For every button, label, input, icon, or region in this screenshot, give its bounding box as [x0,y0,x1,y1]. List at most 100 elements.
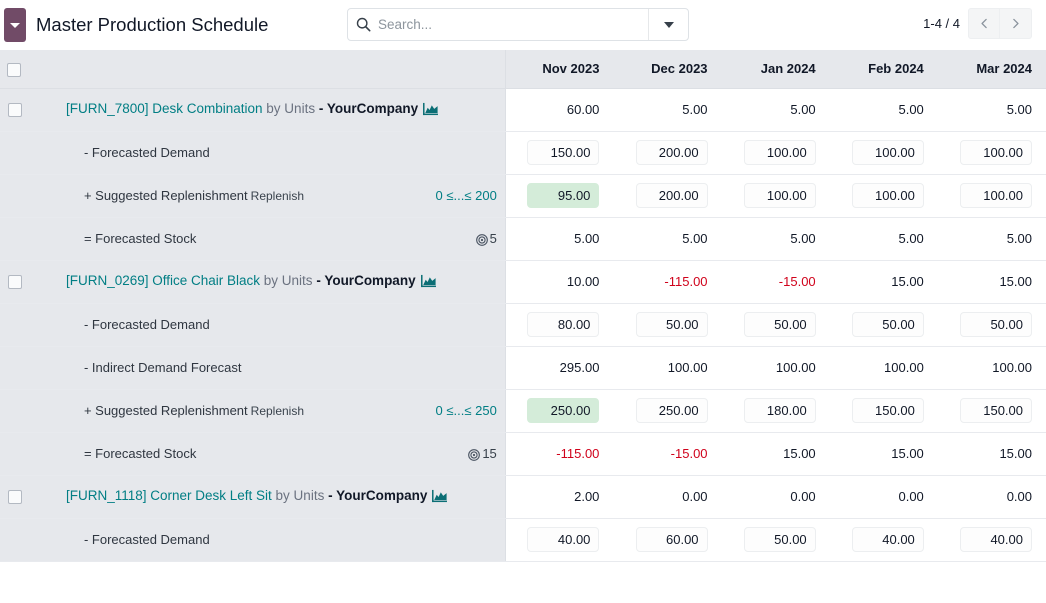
row-checkbox[interactable] [8,490,22,504]
value-cell[interactable]: 100.00 [830,131,938,174]
month-header-1[interactable]: Dec 2023 [613,50,721,88]
value-input[interactable]: 180.00 [744,398,816,423]
value-input[interactable]: 100.00 [852,140,924,165]
value-cell[interactable]: 100.00 [830,174,938,217]
breadcrumb-toggle-button[interactable] [4,8,26,42]
value-cell[interactable]: 200.00 [613,131,721,174]
sub-row-label-text: = Forecasted Stock [84,231,196,246]
row-select-cell[interactable] [0,475,31,518]
row-indicator-cell: 15 [359,432,505,475]
value-cell[interactable]: 100.00 [938,131,1046,174]
safety-stock-target[interactable]: 5 [476,231,497,246]
replenishment-range-badge[interactable]: 0 ≤...≤ 200 [436,188,497,203]
month-header-4[interactable]: Mar 2024 [938,50,1046,88]
value-input[interactable]: 150.00 [852,398,924,423]
value-input[interactable]: 50.00 [744,527,816,552]
value-input[interactable]: 50.00 [852,312,924,337]
search-bar[interactable] [347,8,689,41]
value-input[interactable]: 40.00 [852,527,924,552]
value-input[interactable]: 100.00 [744,140,816,165]
area-chart-icon[interactable] [421,274,436,291]
value-input[interactable]: 150.00 [960,398,1032,423]
value-cell[interactable]: 40.00 [830,518,938,561]
row-select-cell [0,389,31,432]
row-indicator-cell [359,518,505,561]
product-company: - YourCompany [316,273,415,288]
value-cell[interactable]: 100.00 [722,174,830,217]
table-row: - Indirect Demand Forecast295.00100.0010… [0,346,1046,389]
value-cell[interactable]: 50.00 [830,303,938,346]
pager-previous-button[interactable] [968,8,1000,39]
value-input[interactable]: 50.00 [744,312,816,337]
value-input[interactable]: 80.00 [527,312,599,337]
value-cell[interactable]: 100.00 [938,174,1046,217]
value-input[interactable]: 100.00 [744,183,816,208]
value-input[interactable]: 100.00 [852,183,924,208]
value-cell[interactable]: 100.00 [722,131,830,174]
value-input[interactable]: 50.00 [960,312,1032,337]
value-cell: -15.00 [613,432,721,475]
sub-row-label-text: - Forecasted Demand [84,145,210,160]
value-input[interactable]: 200.00 [636,140,708,165]
value-cell[interactable]: 60.00 [613,518,721,561]
value-cell[interactable]: 50.00 [722,303,830,346]
value-cell[interactable]: 40.00 [938,518,1046,561]
product-link[interactable]: [FURN_7800] Desk Combination [66,101,263,116]
value-input[interactable]: 100.00 [960,140,1032,165]
product-link[interactable]: [FURN_1118] Corner Desk Left Sit [66,488,272,503]
value-cell[interactable]: 250.00 [613,389,721,432]
pager: 1-4 / 4 [923,8,1032,39]
select-all-header[interactable] [0,50,31,88]
month-header-0[interactable]: Nov 2023 [505,50,613,88]
value-cell[interactable]: 80.00 [505,303,613,346]
value-cell[interactable]: 200.00 [613,174,721,217]
value-cell: -15.00 [722,260,830,303]
area-chart-icon[interactable] [423,102,438,119]
sub-row-label-text: - Indirect Demand Forecast [84,360,242,375]
value-cell[interactable]: 150.00 [505,131,613,174]
value-input[interactable]: 250.00 [527,398,599,423]
value-input[interactable]: 40.00 [527,527,599,552]
value-cell[interactable]: 150.00 [830,389,938,432]
value-cell[interactable]: 95.00 [505,174,613,217]
value-input[interactable]: 150.00 [527,140,599,165]
value-cell[interactable]: 50.00 [938,303,1046,346]
value-cell: 10.00 [505,260,613,303]
replenish-button[interactable]: Replenish [251,404,304,418]
area-chart-icon [432,489,447,503]
select-all-checkbox[interactable] [7,63,21,77]
value-input[interactable]: 250.00 [636,398,708,423]
value-input[interactable]: 95.00 [527,183,599,208]
table-row: + Suggested ReplenishmentReplenish0 ≤...… [0,174,1046,217]
replenish-button[interactable]: Replenish [251,189,304,203]
value-cell[interactable]: 50.00 [722,518,830,561]
label-column-header [31,50,359,88]
search-dropdown-button[interactable] [648,9,688,40]
sub-row-label: = Forecasted Stock [31,446,196,461]
value-cell[interactable]: 50.00 [613,303,721,346]
row-label-cell: - Forecasted Demand [31,131,359,174]
month-header-2[interactable]: Jan 2024 [722,50,830,88]
row-checkbox[interactable] [8,275,22,289]
value-input[interactable]: 60.00 [636,527,708,552]
value-cell[interactable]: 180.00 [722,389,830,432]
row-checkbox[interactable] [8,103,22,117]
search-input[interactable] [378,9,648,40]
value-input[interactable]: 100.00 [960,183,1032,208]
sub-row-label: - Indirect Demand Forecast [31,360,242,375]
product-link[interactable]: [FURN_0269] Office Chair Black [66,273,260,288]
replenishment-range-badge[interactable]: 0 ≤...≤ 250 [436,403,497,418]
value-input[interactable]: 200.00 [636,183,708,208]
value-cell[interactable]: 150.00 [938,389,1046,432]
value-input[interactable]: 50.00 [636,312,708,337]
pager-next-button[interactable] [1000,8,1032,39]
row-select-cell[interactable] [0,88,31,131]
value-input[interactable]: 40.00 [960,527,1032,552]
sub-row-label: - Forecasted Demand [31,145,210,160]
safety-stock-target[interactable]: 15 [468,446,496,461]
area-chart-icon[interactable] [432,489,447,506]
row-select-cell[interactable] [0,260,31,303]
value-cell[interactable]: 250.00 [505,389,613,432]
month-header-3[interactable]: Feb 2024 [830,50,938,88]
value-cell[interactable]: 40.00 [505,518,613,561]
